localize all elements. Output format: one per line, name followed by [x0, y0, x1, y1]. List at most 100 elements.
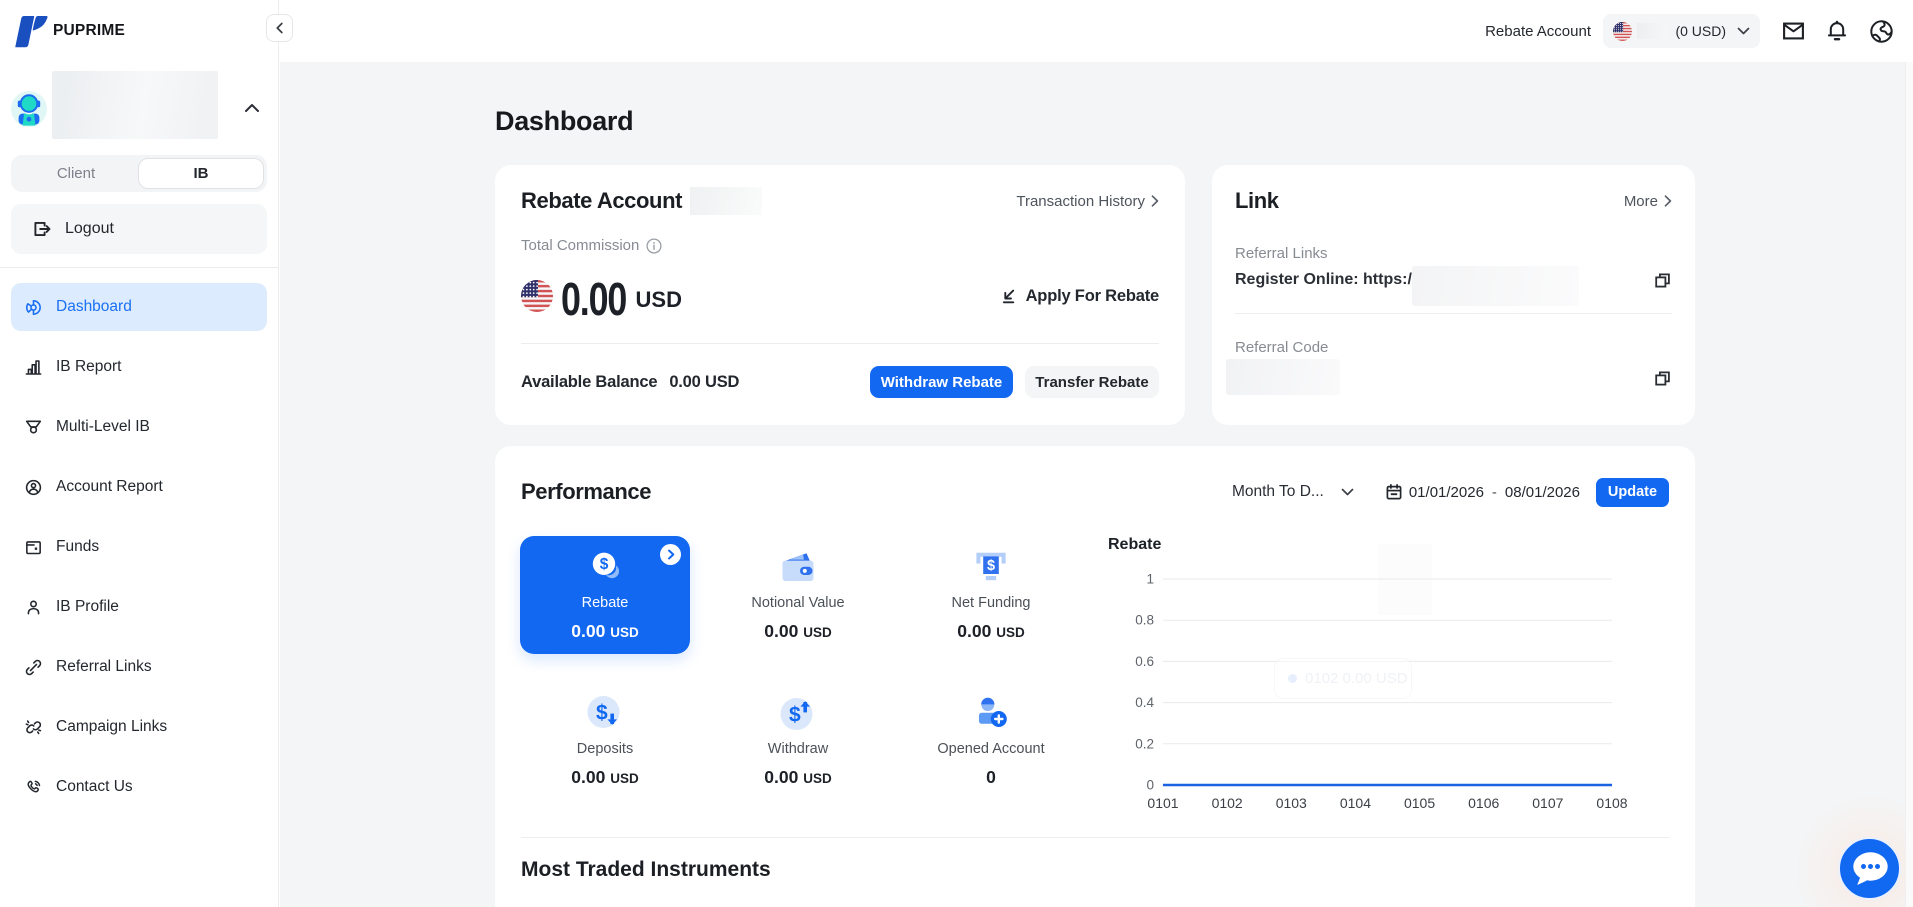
- sidebar-item-multi-level[interactable]: Multi-Level IB: [11, 403, 267, 451]
- tile-unit: USD: [803, 625, 832, 640]
- card-divider: [521, 837, 1669, 838]
- total-commission-currency: USD: [636, 287, 682, 313]
- range-select[interactable]: Month To D...: [1232, 483, 1354, 501]
- chevron-right-circle-icon[interactable]: [660, 544, 681, 565]
- sidebar-menu: Dashboard IB Report Multi-Level IB Accou…: [11, 283, 267, 811]
- info-icon[interactable]: [646, 238, 662, 254]
- tile-unit: USD: [610, 625, 639, 640]
- chat-button[interactable]: [1838, 837, 1901, 900]
- tile-label: Net Funding: [906, 595, 1076, 611]
- sidebar-item-label: Dashboard: [56, 298, 132, 316]
- perf-tile-notional-value[interactable]: Notional Value 0.00 USD: [713, 536, 883, 654]
- calendar-icon: [1385, 483, 1403, 501]
- svg-text:0104: 0104: [1340, 795, 1371, 811]
- tile-value: 0: [906, 767, 1076, 788]
- toggle-client[interactable]: Client: [14, 158, 138, 189]
- main-area: Dashboard Rebate Account Transaction His…: [280, 62, 1913, 907]
- sidebar-item-account-report[interactable]: Account Report: [11, 463, 267, 511]
- globe-icon[interactable]: [1869, 19, 1894, 44]
- total-commission-amount: 0.00: [561, 272, 626, 326]
- wallet-icon: [24, 538, 43, 557]
- chevron-up-icon[interactable]: [244, 103, 260, 113]
- tile-value-number: 0.00: [957, 621, 991, 641]
- perf-tile-withdraw[interactable]: $ Withdraw 0.00 USD: [713, 682, 883, 800]
- profile-row[interactable]: [11, 71, 267, 139]
- svg-text:0.8: 0.8: [1135, 613, 1154, 628]
- toggle-ib[interactable]: IB: [138, 158, 264, 189]
- svg-text:$: $: [596, 702, 608, 725]
- scrollbar[interactable]: [1905, 62, 1913, 907]
- more-label: More: [1624, 193, 1658, 210]
- perf-tile-rebate[interactable]: $ Rebate 0.00 USD: [520, 536, 690, 654]
- tile-label: Notional Value: [713, 595, 883, 611]
- svg-text:0: 0: [1146, 778, 1154, 793]
- tile-value-number: 0: [986, 767, 996, 787]
- logout-button[interactable]: Logout: [11, 204, 267, 254]
- chevron-right-icon: [1151, 195, 1159, 207]
- svg-text:0108: 0108: [1596, 795, 1627, 811]
- most-traded-title: Most Traded Instruments: [521, 858, 771, 882]
- sidebar-item-referral-links[interactable]: Referral Links: [11, 643, 267, 691]
- svg-text:$: $: [600, 556, 609, 573]
- svg-text:0.2: 0.2: [1135, 736, 1154, 751]
- sidebar-item-ib-report[interactable]: IB Report: [11, 343, 267, 391]
- copy-icon[interactable]: [1653, 369, 1672, 388]
- redacted-rebate-account-number: [690, 187, 762, 215]
- sidebar-item-funds[interactable]: Funds: [11, 523, 267, 571]
- referral-code-label: Referral Code: [1235, 339, 1672, 356]
- sidebar-item-contact-us[interactable]: Contact Us: [11, 763, 267, 811]
- perf-tile-net-funding[interactable]: $ Net Funding 0.00 USD: [906, 536, 1076, 654]
- wallet-blue-icon: [713, 549, 883, 585]
- page-title: Dashboard: [495, 106, 1695, 137]
- puprime-logo-icon: [14, 15, 49, 48]
- total-commission-text: Total Commission: [521, 237, 639, 254]
- svg-text:0.6: 0.6: [1135, 654, 1154, 669]
- tile-value-number: 0.00: [571, 621, 605, 641]
- performance-controls: Month To D... 01/01/2026 - 08/01/2026 Up…: [1232, 478, 1669, 507]
- link-icon: [24, 658, 43, 677]
- tile-unit: USD: [610, 771, 639, 786]
- cards-row: Rebate Account Transaction History Total…: [495, 165, 1695, 425]
- tile-unit: USD: [803, 771, 832, 786]
- sidebar-item-ib-profile[interactable]: IB Profile: [11, 583, 267, 631]
- more-link[interactable]: More: [1624, 193, 1672, 210]
- card-header: Link More: [1235, 187, 1672, 215]
- apply-for-rebate-link[interactable]: Apply For Rebate: [999, 287, 1159, 306]
- date-to[interactable]: 08/01/2026: [1505, 484, 1580, 501]
- dollar-down-icon: $: [520, 695, 690, 731]
- tile-value-number: 0.00: [764, 621, 798, 641]
- mail-icon[interactable]: [1781, 19, 1806, 43]
- logout-label: Logout: [65, 220, 114, 238]
- account-selector[interactable]: (0 USD): [1603, 14, 1760, 48]
- topbar: Rebate Account (0 USD): [280, 0, 1913, 62]
- broken-link-icon: [24, 718, 43, 737]
- sidebar-item-dashboard[interactable]: Dashboard: [11, 283, 267, 331]
- chevron-down-icon: [1737, 27, 1750, 35]
- rebate-account-card: Rebate Account Transaction History Total…: [495, 165, 1185, 425]
- perf-tile-opened-account[interactable]: Opened Account 0: [906, 682, 1076, 800]
- tile-value-number: 0.00: [571, 767, 605, 787]
- transfer-rebate-button[interactable]: Transfer Rebate: [1025, 366, 1159, 398]
- tile-value: 0.00 USD: [906, 621, 1076, 642]
- withdraw-rebate-button[interactable]: Withdraw Rebate: [870, 366, 1013, 398]
- update-button[interactable]: Update: [1596, 478, 1669, 507]
- date-separator: -: [1492, 484, 1497, 501]
- transaction-history-link[interactable]: Transaction History: [1016, 193, 1159, 210]
- sidebar-item-campaign-links[interactable]: Campaign Links: [11, 703, 267, 751]
- copy-icon[interactable]: [1653, 271, 1672, 290]
- chevron-down-icon: [1341, 488, 1354, 496]
- date-range-picker[interactable]: 01/01/2026 - 08/01/2026: [1385, 483, 1580, 501]
- register-online-link: Register Online: https:/: [1235, 271, 1412, 289]
- svg-text:0106: 0106: [1468, 795, 1499, 811]
- bell-icon[interactable]: [1825, 19, 1849, 43]
- date-from[interactable]: 01/01/2026: [1409, 484, 1484, 501]
- account-balance: (0 USD): [1675, 23, 1726, 39]
- sidebar-item-label: Account Report: [56, 478, 163, 496]
- sidebar-collapse-button[interactable]: [266, 14, 293, 42]
- perf-tile-deposits[interactable]: $ Deposits 0.00 USD: [520, 682, 690, 800]
- sidebar-divider: [0, 267, 278, 268]
- tile-value: 0.00 USD: [520, 767, 690, 788]
- rebate-account-label: Rebate Account: [1485, 23, 1591, 40]
- link-card: Link More Referral Links Register Online…: [1212, 165, 1695, 425]
- us-flag-icon: [1613, 22, 1632, 41]
